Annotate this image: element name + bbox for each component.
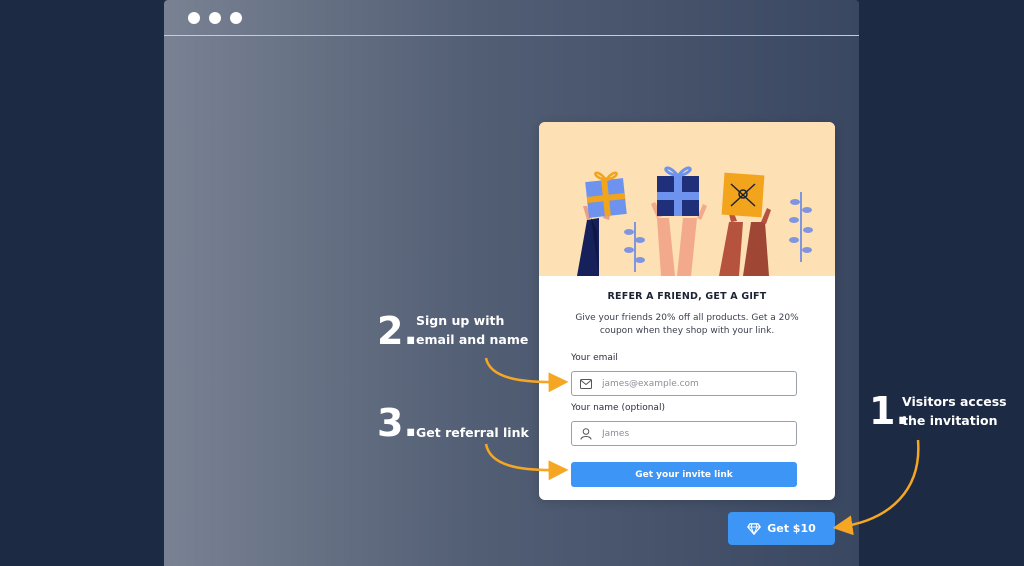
- step-3-text: Get referral link: [416, 425, 529, 440]
- name-label: Your name (optional): [571, 403, 665, 413]
- widget-description: Give your friends 20% off all products. …: [575, 313, 799, 336]
- mail-icon: [580, 378, 592, 389]
- window-dot-1: [188, 12, 200, 24]
- email-input[interactable]: [600, 377, 784, 390]
- diamond-icon: [747, 522, 762, 535]
- step-2-number: 2.: [377, 309, 418, 353]
- step-2-text-line2: email and name: [416, 332, 529, 347]
- step-1-text-line1: Visitors access: [902, 394, 1007, 409]
- gift-illustration: [539, 122, 835, 276]
- launcher-label: Get $10: [767, 522, 816, 535]
- window-dot-3: [230, 12, 242, 24]
- user-icon: [580, 427, 592, 440]
- step-1-text-line2: the invitation: [902, 413, 998, 428]
- window-controls: [188, 12, 242, 24]
- get-reward-launcher-button[interactable]: Get $10: [728, 512, 835, 545]
- referral-widget: REFER A FRIEND, GET A GIFT Give your fri…: [539, 122, 835, 500]
- step-3-number: 3.: [377, 401, 418, 445]
- name-input[interactable]: [600, 427, 784, 440]
- widget-title: REFER A FRIEND, GET A GIFT: [607, 291, 767, 302]
- email-label: Your email: [571, 353, 618, 363]
- name-field[interactable]: [571, 421, 797, 446]
- get-invite-link-button[interactable]: Get your invite link: [571, 462, 797, 487]
- window-dot-2: [209, 12, 221, 24]
- email-field[interactable]: [571, 371, 797, 396]
- step-2-text-line1: Sign up with: [416, 313, 505, 328]
- browser-toolbar-divider: [164, 35, 859, 36]
